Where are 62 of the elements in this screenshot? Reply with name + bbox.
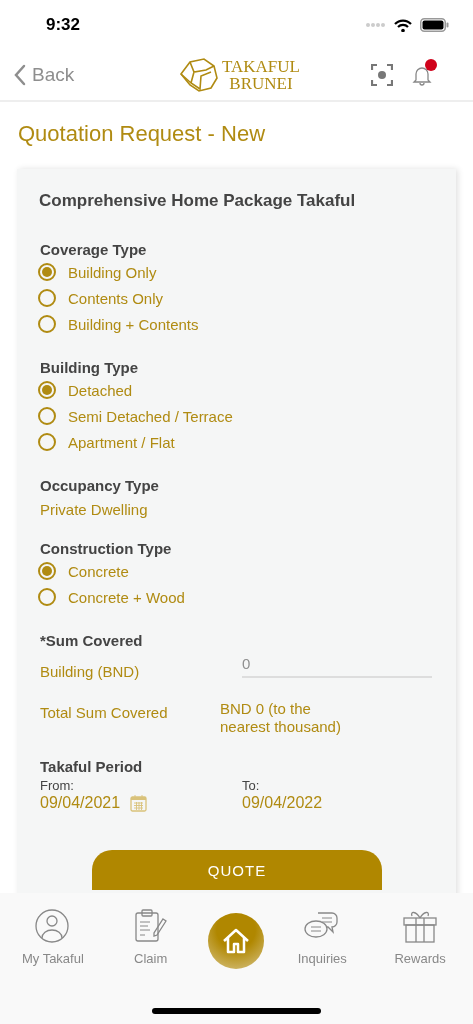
section-label: Occupancy Type: [40, 477, 160, 494]
section-label: Coverage Type: [40, 241, 148, 258]
radio-option[interactable]: Detached: [38, 377, 436, 403]
date-value[interactable]: 09/04/2021: [40, 794, 121, 812]
clipboard-icon: [132, 909, 169, 943]
field-label: From:: [40, 778, 75, 793]
person-icon: [34, 909, 71, 943]
scan-icon[interactable]: [371, 64, 393, 86]
signal-icon: [366, 22, 386, 28]
radio-option[interactable]: Building Only: [38, 259, 436, 285]
date-value[interactable]: 09/04/2022: [242, 794, 323, 812]
option-label: Building + Contents: [68, 315, 199, 333]
gift-icon: [402, 909, 439, 943]
radio-button[interactable]: [38, 588, 56, 606]
logo-icon: [178, 56, 218, 94]
option-label: Building Only: [68, 263, 157, 281]
radio-option[interactable]: Apartment / Flat: [38, 429, 436, 455]
option-label: Apartment / Flat: [68, 433, 175, 451]
field-label: Total Sum Covered: [40, 703, 169, 721]
option-label: Contents Only: [68, 289, 164, 307]
radio-button[interactable]: [38, 381, 56, 399]
option-label: Concrete + Wood: [68, 588, 185, 606]
radio-button[interactable]: [38, 263, 56, 281]
section-label: Takaful Period: [40, 758, 144, 775]
radio-button[interactable]: [38, 289, 56, 307]
section-label: Construction Type: [40, 540, 173, 557]
tab-item[interactable]: Claim: [110, 909, 191, 969]
back-button[interactable]: Back: [14, 64, 75, 86]
radio-button[interactable]: [38, 407, 56, 425]
section-label: *Sum Covered: [40, 632, 144, 649]
calendar-icon[interactable]: [130, 794, 148, 812]
bell-icon[interactable]: [411, 64, 433, 86]
option-label: Detached: [68, 381, 133, 399]
battery-icon: [420, 18, 449, 32]
tab-item[interactable]: My Takaful: [12, 909, 93, 969]
radio-option[interactable]: Semi Detached / Terrace: [38, 403, 436, 429]
radio-option[interactable]: Concrete + Wood: [38, 584, 436, 610]
option-label: Concrete: [68, 562, 129, 580]
section-label: Building Type: [40, 359, 140, 376]
tab-item[interactable]: Rewards: [380, 909, 461, 969]
field-label: Building (BND): [40, 662, 141, 680]
field-value: BND 0 (to the nearest thousand): [220, 699, 342, 736]
radio-option[interactable]: Building + Contents: [38, 311, 436, 337]
page-title: Quotation Request - New: [18, 121, 267, 147]
option-label: Semi Detached / Terrace: [68, 407, 233, 425]
home-icon: [222, 928, 251, 954]
logo-text: TAKAFUL: [222, 58, 300, 75]
tab-item[interactable]: Inquiries: [282, 909, 363, 969]
radio-button[interactable]: [38, 315, 56, 333]
radio-option[interactable]: Contents Only: [38, 285, 436, 311]
quote-button[interactable]: QUOTE: [92, 850, 382, 890]
logo-text: BRUNEI: [229, 75, 293, 92]
field-label: To:: [242, 778, 261, 793]
wifi-icon: [394, 18, 412, 32]
form-title: Comprehensive Home Package Takaful: [39, 191, 357, 211]
radio-button[interactable]: [38, 433, 56, 451]
radio-option[interactable]: Concrete: [38, 558, 436, 584]
radio-button[interactable]: [38, 562, 56, 580]
status-time: 9:32: [46, 15, 81, 35]
field-value: Private Dwelling: [40, 501, 149, 518]
input-field[interactable]: 0: [242, 653, 432, 678]
chevron-left-icon: [14, 64, 26, 86]
